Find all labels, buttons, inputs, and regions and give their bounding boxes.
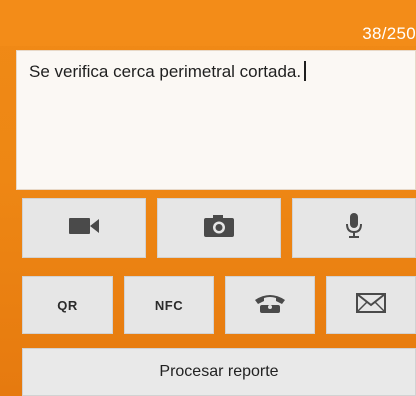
video-camera-icon — [69, 217, 99, 240]
text-cursor — [304, 61, 307, 81]
qr-button-label: QR — [57, 297, 78, 313]
photo-camera-icon — [204, 214, 234, 242]
report-text: Se verifica cerca perimetral cortada. — [29, 61, 307, 82]
take-photo-button[interactable] — [157, 198, 281, 258]
nfc-button[interactable]: NFC — [124, 276, 214, 334]
call-button[interactable] — [225, 276, 315, 334]
nfc-button-label: NFC — [154, 297, 184, 313]
header-bar: 38/250 — [0, 0, 416, 46]
email-button[interactable] — [326, 276, 416, 334]
microphone-icon — [345, 212, 363, 244]
qr-button[interactable]: QR — [22, 276, 113, 334]
char-counter: 38/250 — [362, 24, 416, 43]
telephone-icon — [254, 293, 286, 318]
record-audio-button[interactable] — [292, 198, 416, 258]
envelope-icon — [356, 292, 386, 318]
report-text-area[interactable]: Se verifica cerca perimetral cortada. — [16, 50, 416, 190]
record-video-button[interactable] — [22, 198, 146, 258]
process-report-label: Procesar reporte — [159, 363, 279, 380]
process-report-button[interactable]: Procesar reporte — [22, 348, 416, 396]
